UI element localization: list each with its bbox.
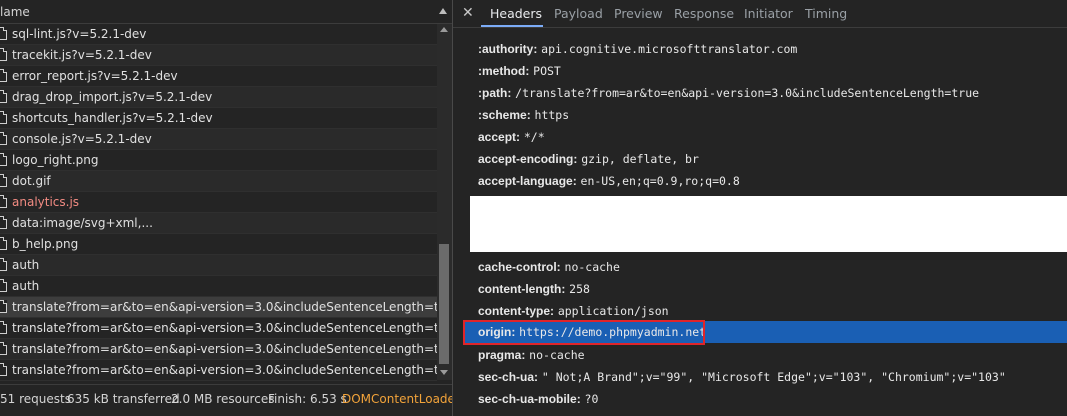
header-path: :path: /translate?from=ar&to=en&api-vers… bbox=[478, 86, 980, 100]
active-tab-indicator bbox=[481, 25, 543, 27]
request-row[interactable]: translate?from=ar&to=en&api-version=3.0&… bbox=[0, 339, 437, 360]
close-icon[interactable]: ✕ bbox=[462, 5, 474, 21]
sort-ascending-icon[interactable] bbox=[439, 8, 447, 14]
request-name: sql-lint.js?v=5.2.1-dev bbox=[12, 27, 147, 41]
request-rows: sql-lint.js?v=5.2.1-dev tracekit.js?v=5.… bbox=[0, 24, 437, 381]
header-sec-ch-ua: sec-ch-ua: " Not;A Brand";v="99", "Micro… bbox=[478, 370, 1006, 384]
redacted-area bbox=[470, 196, 1067, 252]
request-name: auth bbox=[12, 279, 40, 293]
header-pragma: pragma: no-cache bbox=[478, 348, 585, 362]
request-name: error_report.js?v=5.2.1-dev bbox=[12, 69, 178, 83]
file-icon bbox=[0, 279, 7, 292]
file-icon bbox=[0, 153, 7, 166]
file-icon bbox=[0, 300, 7, 313]
file-icon bbox=[0, 195, 7, 208]
request-row-failed[interactable]: analytics.js bbox=[0, 192, 437, 213]
name-column-header[interactable]: lame bbox=[0, 0, 452, 24]
request-name: b_help.png bbox=[12, 237, 79, 251]
tab-timing[interactable]: Timing bbox=[805, 6, 847, 21]
request-name: tracekit.js?v=5.2.1-dev bbox=[12, 48, 152, 62]
file-icon bbox=[0, 363, 7, 376]
domcontentloaded-time: DOMContentLoaded bbox=[342, 392, 452, 406]
scroll-down-arrow-icon[interactable] bbox=[440, 370, 448, 375]
tab-response[interactable]: Response bbox=[674, 6, 734, 21]
header-scheme: :scheme: https bbox=[478, 108, 570, 122]
request-row[interactable]: tracekit.js?v=5.2.1-dev bbox=[0, 45, 437, 66]
request-row[interactable]: translate?from=ar&to=en&api-version=3.0&… bbox=[0, 318, 437, 339]
file-icon bbox=[0, 132, 7, 145]
request-name: logo_right.png bbox=[12, 153, 99, 167]
file-icon bbox=[0, 69, 7, 82]
request-row[interactable]: auth bbox=[0, 255, 437, 276]
header-accept-encoding: accept-encoding: gzip, deflate, br bbox=[478, 152, 699, 166]
header-authority: :authority: api.cognitive.microsofttrans… bbox=[478, 42, 798, 56]
tab-preview[interactable]: Preview bbox=[614, 6, 663, 21]
request-row[interactable]: error_report.js?v=5.2.1-dev bbox=[0, 66, 437, 87]
request-row[interactable]: shortcuts_handler.js?v=5.2.1-dev bbox=[0, 108, 437, 129]
request-name: auth bbox=[12, 258, 40, 272]
file-icon bbox=[0, 216, 7, 229]
file-icon bbox=[0, 27, 7, 40]
request-row[interactable]: drag_drop_import.js?v=5.2.1-dev bbox=[0, 87, 437, 108]
header-content-type: content-type: application/json bbox=[478, 304, 669, 318]
request-row[interactable]: translate?from=ar&to=en&api-version=3.0&… bbox=[0, 360, 437, 381]
request-name: translate?from=ar&to=en&api-version=3.0&… bbox=[12, 342, 437, 356]
tab-payload[interactable]: Payload bbox=[554, 6, 603, 21]
request-count: 51 requests bbox=[0, 392, 71, 406]
request-row[interactable]: logo_right.png bbox=[0, 150, 437, 171]
request-name: drag_drop_import.js?v=5.2.1-dev bbox=[12, 90, 213, 104]
header-accept-language: accept-language: en-US,en;q=0.9,ro;q=0.8 bbox=[478, 174, 740, 188]
request-name: translate?from=ar&to=en&api-version=3.0&… bbox=[12, 321, 437, 335]
file-icon bbox=[0, 237, 7, 250]
header-method: :method: POST bbox=[478, 64, 561, 78]
request-name: shortcuts_handler.js?v=5.2.1-dev bbox=[12, 111, 213, 125]
request-name: translate?from=ar&to=en&api-version=3.0&… bbox=[12, 300, 437, 314]
file-icon bbox=[0, 48, 7, 61]
header-content-length: content-length: 258 bbox=[478, 282, 590, 296]
tab-initiator[interactable]: Initiator bbox=[744, 6, 793, 21]
transferred-size: 635 kB transferred bbox=[67, 392, 180, 406]
name-column-title: lame bbox=[0, 5, 30, 19]
origin-annotation-box bbox=[463, 320, 705, 345]
detail-tab-bar: ✕ Headers Payload Preview Response Initi… bbox=[453, 0, 1067, 28]
request-row-selected[interactable]: translate?from=ar&to=en&api-version=3.0&… bbox=[0, 297, 437, 318]
request-row[interactable]: auth bbox=[0, 276, 437, 297]
finish-time: Finish: 6.53 s bbox=[268, 392, 347, 406]
request-name: data:image/svg+xml,... bbox=[12, 216, 153, 230]
request-name: dot.gif bbox=[12, 174, 51, 188]
request-name: translate?from=ar&to=en&api-version=3.0&… bbox=[12, 363, 437, 377]
tab-headers[interactable]: Headers bbox=[490, 6, 542, 21]
network-request-list: lame sql-lint.js?v=5.2.1-dev tracekit.js… bbox=[0, 0, 452, 416]
file-icon bbox=[0, 258, 7, 271]
request-row[interactable]: data:image/svg+xml,... bbox=[0, 213, 437, 234]
file-icon bbox=[0, 321, 7, 334]
header-cache-control: cache-control: no-cache bbox=[478, 260, 620, 274]
request-name: console.js?v=5.2.1-dev bbox=[12, 132, 152, 146]
file-icon bbox=[0, 111, 7, 124]
request-row[interactable]: sql-lint.js?v=5.2.1-dev bbox=[0, 24, 437, 45]
resources-size: 2.0 MB resources bbox=[171, 392, 275, 406]
file-icon bbox=[0, 174, 7, 187]
scrollbar-thumb[interactable] bbox=[439, 244, 449, 364]
request-detail-panel: ✕ Headers Payload Preview Response Initi… bbox=[453, 0, 1067, 416]
request-row[interactable]: b_help.png bbox=[0, 234, 437, 255]
file-icon bbox=[0, 90, 7, 103]
request-row[interactable]: dot.gif bbox=[0, 171, 437, 192]
file-icon bbox=[0, 342, 7, 355]
header-sec-ch-ua-mobile: sec-ch-ua-mobile: ?0 bbox=[478, 392, 599, 406]
request-name: analytics.js bbox=[12, 195, 80, 209]
header-accept: accept: */* bbox=[478, 130, 545, 144]
network-summary-bar: 51 requests 635 kB transferred 2.0 MB re… bbox=[0, 384, 452, 416]
scroll-up-arrow-icon[interactable] bbox=[440, 27, 448, 32]
request-row[interactable]: console.js?v=5.2.1-dev bbox=[0, 129, 437, 150]
